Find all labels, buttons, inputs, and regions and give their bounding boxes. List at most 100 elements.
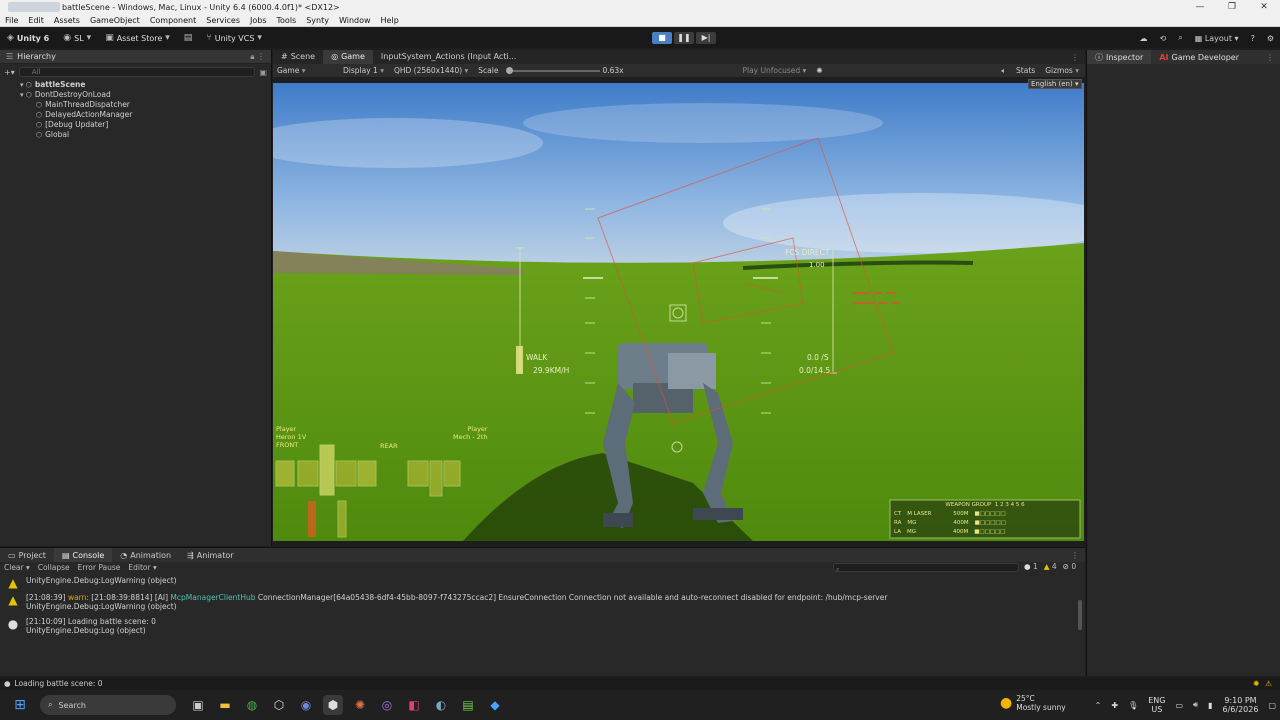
chevron-down-icon[interactable]: ▾ ⬡ — [20, 81, 32, 89]
play-focus-dropdown[interactable]: Play Unfocused — [742, 66, 806, 75]
close-button[interactable]: ✕ — [1248, 2, 1280, 12]
settings-icon[interactable]: ⚙ — [1267, 34, 1274, 43]
package-button[interactable]: ▤ — [177, 30, 200, 46]
hierarchy-item[interactable]: ▾ ⬡ DontDestroyOnLoad — [20, 90, 271, 100]
language-indicator[interactable]: ENG US — [1148, 696, 1165, 714]
stats-button[interactable]: Stats — [1016, 66, 1035, 75]
battery-icon[interactable]: ▮ — [1208, 701, 1212, 710]
gizmos-dropdown[interactable]: Gizmos — [1045, 66, 1079, 75]
more-icon[interactable]: ⋮ — [1071, 551, 1079, 560]
chrome-icon[interactable]: ◍ — [242, 695, 262, 715]
menu-window[interactable]: Window — [334, 16, 376, 25]
menu-tools[interactable]: Tools — [272, 16, 302, 25]
tab-input-actions[interactable]: InputSystem_Actions (Input Acti... — [373, 50, 524, 64]
tab-game-developer[interactable]: AI Game Developer — [1151, 53, 1247, 62]
resolution-dropdown[interactable]: QHD (2560x1440) — [394, 66, 468, 75]
console-search-input[interactable]: ⌕ — [833, 563, 1019, 573]
hierarchy-search-input[interactable]: All — [18, 67, 256, 77]
hierarchy-item[interactable]: ⬡ [Debug Updater] — [20, 120, 271, 130]
tab-animation[interactable]: ◔ Animation — [112, 548, 179, 562]
chevron-up-icon[interactable]: ⌃ — [1095, 701, 1102, 710]
volume-icon[interactable]: 🔊︎ — [1193, 700, 1198, 710]
mute-icon[interactable]: 🔈︎ — [1002, 66, 1007, 76]
search-icon[interactable]: ⌕ — [1178, 33, 1182, 43]
more-icon[interactable]: ⋮ — [1071, 53, 1079, 62]
game-view[interactable]: ▬▬▬▬ ▬▬ ▬▬ ▬▬▬▬▬ ▬▬ ▬▬ FCS DIRECT 1.00 W… — [273, 83, 1084, 541]
log-entry[interactable]: ● [21:10:09] Loading battle scene: 0 Uni… — [6, 617, 156, 635]
layout-dropdown[interactable]: ▦ Layout ▾ — [1195, 34, 1239, 43]
error-count-toggle[interactable]: ⊘ 0 — [1063, 562, 1076, 571]
game-mode-dropdown[interactable]: Game — [277, 66, 333, 75]
log-entry[interactable]: ▲ [21:08:39] warn: [21:08:39:8814] [AI] … — [6, 593, 887, 611]
clock[interactable]: 9:10 PM 6/6/2026 — [1223, 696, 1259, 714]
display-icon[interactable]: ▭ — [1175, 701, 1183, 710]
sun-icon[interactable]: ✺ — [1253, 679, 1259, 688]
pause-button[interactable]: ❚❚ — [674, 32, 694, 44]
unity-editor-icon[interactable]: ⬢ — [323, 695, 343, 715]
app-tray-icon[interactable]: ✚ — [1111, 701, 1118, 710]
hierarchy-item[interactable]: ▾ ⬡ battleScene — [20, 80, 271, 90]
menu-assets[interactable]: Assets — [49, 16, 85, 25]
menu-gameobject[interactable]: GameObject — [85, 16, 145, 25]
add-icon[interactable]: +▾ — [4, 68, 15, 77]
tab-game[interactable]: ◎ Game — [323, 50, 373, 64]
filter-icon[interactable]: ▣ — [259, 68, 267, 77]
chevron-down-icon[interactable]: ▾ ⬡ — [20, 91, 32, 99]
hierarchy-item[interactable]: ⬡ Global — [20, 130, 271, 140]
unity-menu-button[interactable]: ◈ Unity 6 — [0, 30, 56, 46]
tab-project[interactable]: ▭ Project — [0, 548, 54, 562]
task-view-icon[interactable]: ▣ — [188, 695, 208, 715]
taskbar-search[interactable]: ⌕ Search — [40, 695, 176, 715]
display-dropdown[interactable]: Display 1 — [343, 66, 384, 75]
brightness-icon[interactable]: ✺ — [816, 66, 822, 75]
step-button[interactable]: ▶| — [696, 32, 716, 44]
play-button[interactable]: ■ — [652, 32, 672, 44]
info-count-toggle[interactable]: ● 1 — [1024, 562, 1038, 571]
file-explorer-icon[interactable]: ▬ — [215, 695, 235, 715]
menu-help[interactable]: Help — [376, 16, 404, 25]
lock-icon[interactable]: 🔒︎ ⋮ — [250, 52, 265, 62]
notepad-icon[interactable]: ▤ — [458, 695, 478, 715]
cloud-icon[interactable]: ☁ — [1140, 34, 1148, 43]
menu-edit[interactable]: Edit — [23, 16, 49, 25]
hierarchy-tab[interactable]: ☰ Hierarchy 🔒︎ ⋮ — [0, 50, 271, 64]
more-icon[interactable]: ⋮ — [1266, 53, 1274, 62]
menu-component[interactable]: Component — [145, 16, 201, 25]
hierarchy-item[interactable]: ⬡ MainThreadDispatcher — [20, 100, 271, 110]
microphone-icon[interactable]: 🎙︎ — [1128, 701, 1138, 710]
unity-hub-icon[interactable]: ⬡ — [269, 695, 289, 715]
claude-icon[interactable]: ✺ — [350, 695, 370, 715]
vcs-button[interactable]: ⑂ Unity VCS ▾ — [199, 30, 269, 46]
steam-icon[interactable]: ◐ — [431, 695, 451, 715]
menu-file[interactable]: File — [0, 16, 23, 25]
github-icon[interactable]: ◎ — [377, 695, 397, 715]
menu-jobs[interactable]: Jobs — [245, 16, 272, 25]
vscode-icon[interactable]: ◆ — [485, 695, 505, 715]
tab-console[interactable]: ▤ Console — [53, 548, 113, 562]
bug-icon[interactable]: ⚠ — [1265, 679, 1272, 688]
clear-button[interactable]: Clear ▾ — [4, 563, 30, 572]
tab-scene[interactable]: # Scene — [273, 50, 323, 64]
weather-widget[interactable]: ● 25°C Mostly sunny — [1000, 694, 1066, 712]
account-button[interactable]: ◉ SL ▾ — [56, 30, 98, 46]
tab-inspector[interactable]: ⓘ Inspector — [1087, 50, 1152, 64]
scale-slider[interactable] — [506, 66, 601, 74]
language-dropdown[interactable]: English (en) ▾ — [1028, 79, 1082, 89]
warn-count-toggle[interactable]: ▲ 4 — [1044, 562, 1057, 571]
help-icon[interactable]: ? — [1251, 34, 1255, 43]
maximize-button[interactable]: ❐ — [1216, 2, 1248, 12]
log-entry[interactable]: ▲ UnityEngine.Debug:LogWarning (object) — [6, 576, 176, 590]
windows-start-button[interactable]: ⊞ — [0, 697, 40, 713]
console-scrollbar[interactable] — [1078, 600, 1082, 630]
jetbrains-icon[interactable]: ◧ — [404, 695, 424, 715]
hierarchy-item[interactable]: ⬡ DelayedActionManager — [20, 110, 271, 120]
history-icon[interactable]: ⟲ — [1160, 34, 1167, 43]
minimize-button[interactable]: — — [1184, 2, 1216, 12]
menu-services[interactable]: Services — [201, 16, 245, 25]
menu-synty[interactable]: Synty — [301, 16, 334, 25]
error-pause-button[interactable]: Error Pause — [78, 563, 121, 572]
tab-animator[interactable]: ⇶ Animator — [179, 548, 241, 562]
editor-dropdown[interactable]: Editor ▾ — [128, 563, 156, 572]
collapse-button[interactable]: Collapse — [38, 563, 70, 572]
notification-icon[interactable]: ▢ — [1268, 701, 1276, 710]
